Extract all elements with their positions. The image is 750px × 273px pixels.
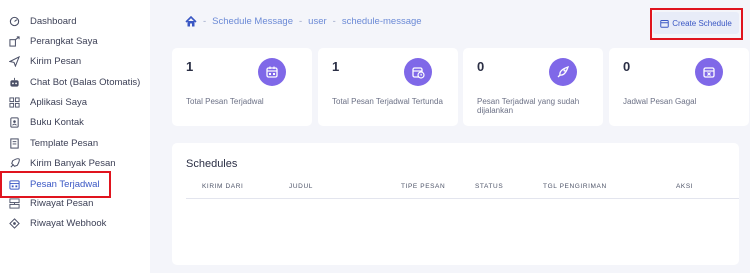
breadcrumb-item[interactable]: user	[308, 16, 326, 27]
sidebar-item-label: Riwayat Webhook	[30, 218, 107, 229]
sidebar-item-riwayat-webhook[interactable]: Riwayat Webhook	[0, 213, 150, 233]
history-icon	[8, 197, 20, 209]
stat-card-total: 1 Total Pesan Terjadwal	[172, 48, 312, 126]
schedules-title: Schedules	[186, 158, 238, 170]
stat-card-failed: 0 Jadwal Pesan Gagal	[609, 48, 749, 126]
bulk-send-icon	[8, 157, 20, 169]
stat-card-executed: 0 Pesan Terjadwal yang sudah dijalankan	[463, 48, 603, 126]
apps-icon	[8, 96, 20, 108]
stat-value: 0	[477, 59, 485, 74]
sidebar-item-buku-kontak[interactable]: Buku Kontak	[0, 112, 150, 132]
stat-label: Jadwal Pesan Gagal	[623, 97, 697, 106]
column-header-tgl-pengiriman: TGL PENGIRIMAN	[543, 183, 607, 190]
breadcrumb: - Schedule Message - user - schedule-mes…	[185, 16, 422, 27]
home-icon[interactable]	[185, 16, 197, 27]
schedules-panel: Schedules KIRIM DARI JUDUL TIPE PESAN ST…	[172, 143, 739, 265]
sidebar-item-label: Riwayat Pesan	[30, 198, 94, 209]
highlight-create-schedule	[650, 8, 743, 40]
contact-book-icon	[8, 116, 20, 128]
send-icon	[8, 55, 20, 67]
sidebar-item-kirim-banyak-pesan[interactable]: Kirim Banyak Pesan	[0, 153, 150, 173]
column-header-kirim-dari: KIRIM DARI	[202, 183, 244, 190]
calendar-x-icon	[695, 58, 723, 86]
sidebar-item-label: Chat Bot (Balas Otomatis)	[30, 77, 141, 88]
sidebar-item-label: Buku Kontak	[30, 117, 84, 128]
breadcrumb-separator: -	[298, 16, 303, 27]
sidebar-item-label: Kirim Pesan	[30, 56, 82, 67]
dashboard-icon	[8, 15, 20, 27]
webhook-icon	[8, 217, 20, 229]
breadcrumb-separator: -	[203, 16, 207, 27]
sidebar-item-label: Perangkat Saya	[30, 36, 98, 47]
stat-value: 1	[332, 59, 340, 74]
stat-value: 1	[186, 59, 194, 74]
device-icon	[8, 35, 20, 47]
stat-card-pending: 1 Total Pesan Terjadwal Tertunda	[318, 48, 458, 126]
column-header-aksi: AKSI	[676, 183, 694, 190]
stat-value: 0	[623, 59, 631, 74]
bot-icon	[8, 76, 20, 88]
column-header-judul: JUDUL	[289, 183, 313, 190]
calendar-clock-icon	[404, 58, 432, 86]
column-header-tipe-pesan: TIPE PESAN	[401, 183, 446, 190]
sidebar-item-label: Dashboard	[30, 16, 77, 27]
highlight-pesan-terjadwal	[0, 171, 111, 198]
rocket-icon	[549, 58, 577, 86]
stat-label: Total Pesan Terjadwal Tertunda	[332, 97, 443, 106]
sidebar-item-label: Template Pesan	[30, 138, 99, 149]
main-content: - Schedule Message - user - schedule-mes…	[158, 0, 750, 273]
sidebar-item-template-pesan[interactable]: Template Pesan	[0, 133, 150, 153]
breadcrumb-item: schedule-message	[341, 16, 422, 27]
sidebar-item-label: Kirim Banyak Pesan	[30, 158, 116, 169]
sidebar-item-label: Aplikasi Saya	[30, 97, 88, 108]
sidebar-item-kirim-pesan[interactable]: Kirim Pesan	[0, 51, 150, 71]
column-header-status: STATUS	[475, 183, 504, 190]
sidebar-item-dashboard[interactable]: Dashboard	[0, 11, 150, 31]
sidebar-item-chat-bot[interactable]: Chat Bot (Balas Otomatis)	[0, 72, 150, 92]
breadcrumb-item[interactable]: Schedule Message	[212, 16, 293, 27]
template-icon	[8, 137, 20, 149]
sidebar: Dashboard Perangkat Saya Kirim Pesan Cha…	[0, 0, 150, 273]
calendar-grid-icon	[258, 58, 286, 86]
sidebar-item-aplikasi-saya[interactable]: Aplikasi Saya	[0, 92, 150, 112]
stat-label: Total Pesan Terjadwal	[186, 97, 264, 106]
breadcrumb-separator: -	[332, 16, 336, 27]
table-header-divider	[186, 198, 739, 199]
sidebar-item-perangkat-saya[interactable]: Perangkat Saya	[0, 31, 150, 51]
stat-label: Pesan Terjadwal yang sudah dijalankan	[477, 97, 580, 115]
